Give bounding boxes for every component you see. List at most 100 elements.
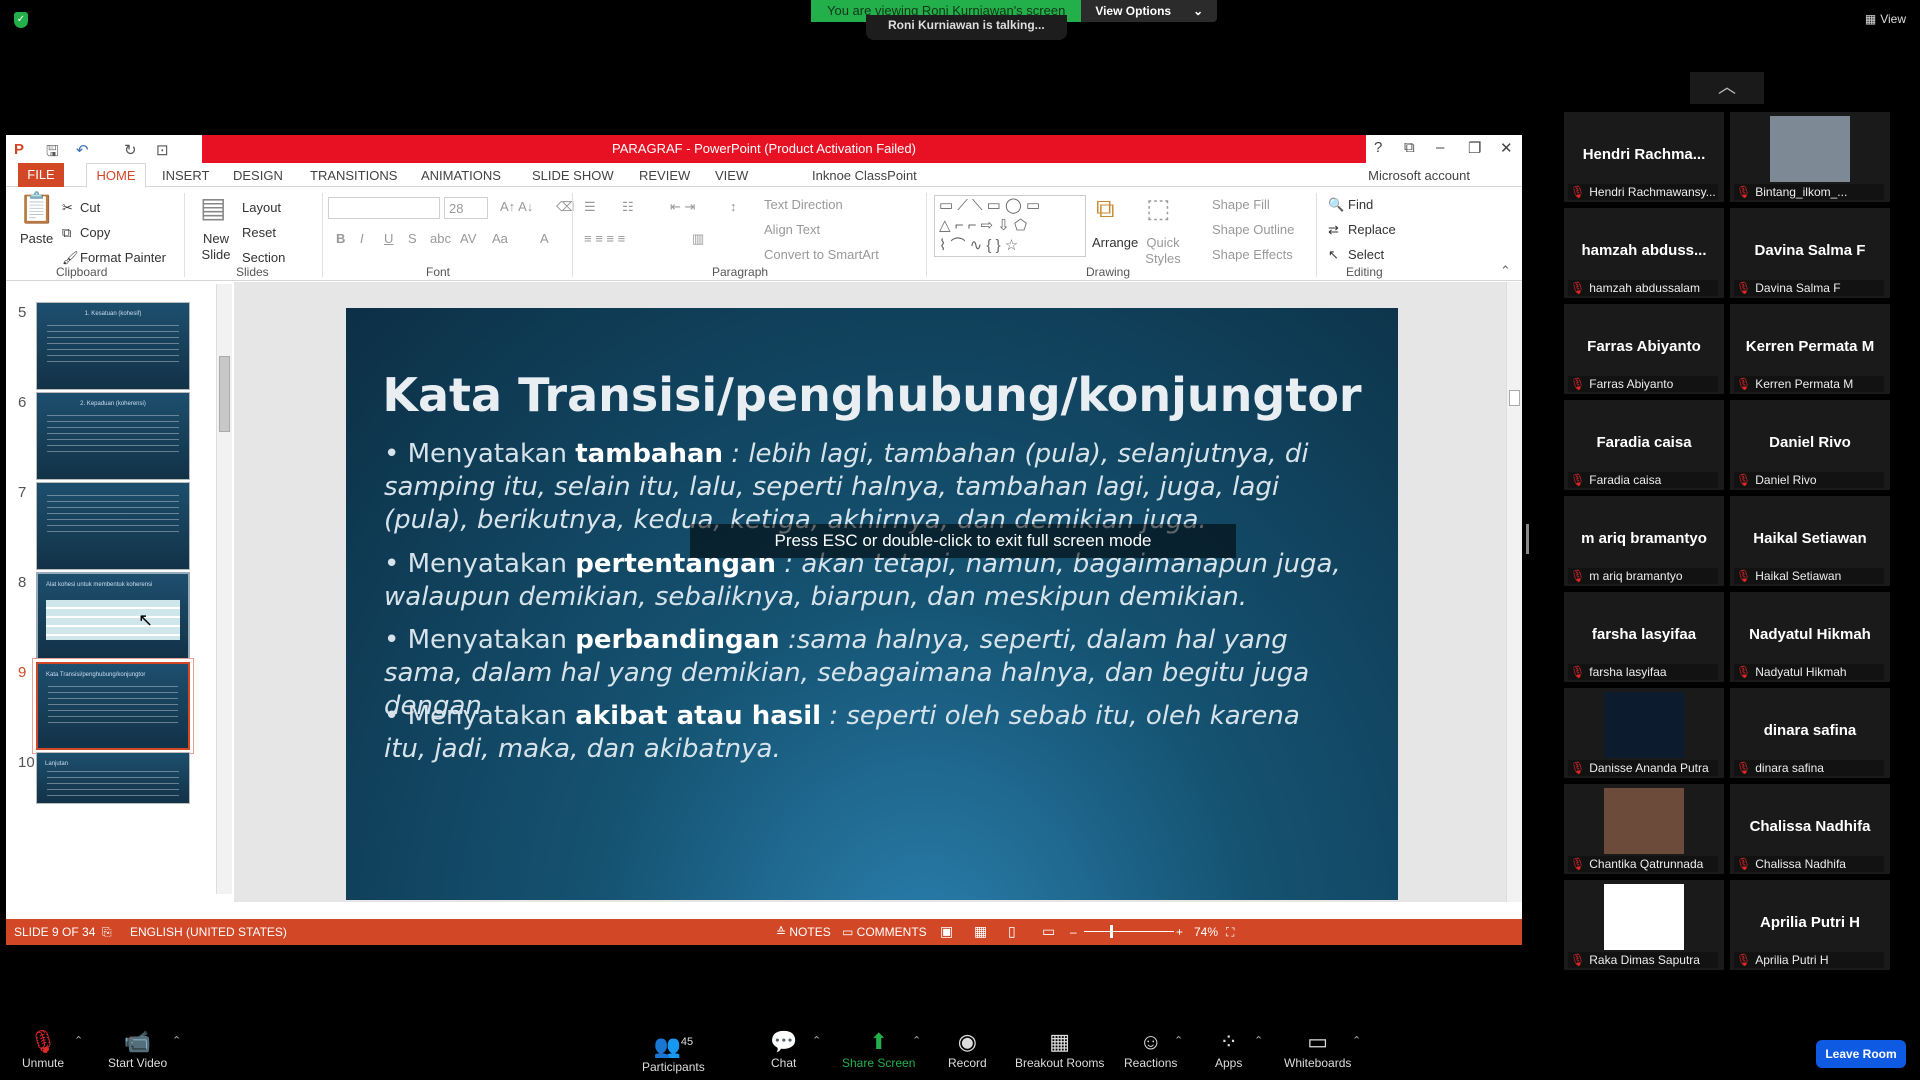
tab-review[interactable]: REVIEW [639, 168, 690, 183]
slide-thumbnail[interactable]: Alat kohesi untuk membentuk koherensi ↖ [36, 572, 190, 660]
select-button[interactable]: Select [1348, 247, 1384, 262]
tab-transitions[interactable]: TRANSITIONS [310, 168, 397, 183]
participant-tile[interactable]: 🎙 Bintang_ilkom_... [1730, 112, 1890, 202]
reset-button[interactable]: Reset [242, 225, 276, 240]
tab-design[interactable]: DESIGN [233, 168, 283, 183]
participant-tile[interactable]: m ariq bramantyo 🎙 m ariq bramantyo [1564, 496, 1724, 586]
share-options-caret-icon[interactable]: ⌃ [912, 1034, 921, 1047]
apps-options-caret-icon[interactable]: ⌃ [1254, 1034, 1263, 1047]
panel-resize-handle[interactable] [1526, 524, 1529, 554]
strikethrough-icon[interactable]: abc [430, 231, 451, 246]
spell-check-icon[interactable]: ⎘ [102, 925, 112, 940]
shape-effects-button[interactable]: Shape Effects [1212, 247, 1293, 262]
participant-tile[interactable]: Daniel Rivo 🎙 Daniel Rivo [1730, 400, 1890, 490]
close-icon[interactable]: ✕ [1500, 139, 1513, 157]
view-options-button[interactable]: View Options ⌄ [1081, 0, 1218, 22]
thumbnail-scrollbar[interactable] [216, 284, 232, 894]
italic-icon[interactable]: I [360, 231, 364, 246]
slide-canvas[interactable]: Kata Transisi/penghubung/konjungtor • Me… [346, 308, 1398, 900]
text-direction-button[interactable]: Text Direction [764, 197, 843, 212]
sorter-view-icon[interactable]: ▦ [974, 923, 987, 940]
convert-smartart-button[interactable]: Convert to SmartArt [764, 247, 879, 262]
tab-slide-show[interactable]: SLIDE SHOW [532, 168, 614, 183]
help-icon[interactable]: ? [1374, 139, 1382, 156]
slideshow-view-icon[interactable]: ▭ [1042, 923, 1055, 940]
minimize-icon[interactable]: – [1436, 139, 1444, 156]
collapse-ribbon-icon[interactable]: ⌃ [1500, 263, 1511, 279]
comments-button[interactable]: ▭ COMMENTS [842, 925, 927, 939]
shadow-icon[interactable]: S [408, 231, 417, 246]
reactions-options-caret-icon[interactable]: ⌃ [1174, 1034, 1183, 1047]
quick-styles-button[interactable]: Quick Styles [1140, 235, 1186, 267]
participant-tile[interactable]: Kerren Permata M 🎙 Kerren Permata M [1730, 304, 1890, 394]
slide-thumbnail[interactable]: 2. Kepaduan (koherensi) [36, 392, 190, 480]
participant-tile[interactable]: Davina Salma F 🎙 Davina Salma F [1730, 208, 1890, 298]
language-indicator[interactable]: ENGLISH (UNITED STATES) [130, 925, 287, 939]
zoom-in-icon[interactable]: + [1176, 925, 1183, 939]
participant-tile[interactable]: Farras Abiyanto 🎙 Farras Abiyanto [1564, 304, 1724, 394]
reactions-button[interactable]: ☺ Reactions [1124, 1030, 1177, 1071]
view-button[interactable]: ▦ View [1865, 12, 1906, 26]
participant-tile[interactable]: 🎙 Danisse Ananda Putra [1564, 688, 1724, 778]
leave-room-button[interactable]: Leave Room [1816, 1040, 1906, 1068]
numbering-icon[interactable]: ☷ [622, 199, 634, 215]
slide-thumbnail[interactable] [36, 482, 190, 570]
align-icons[interactable]: ≡ ≡ ≡ ≡ [584, 231, 625, 246]
align-text-button[interactable]: Align Text [764, 222, 820, 237]
participant-tile[interactable]: Aprilia Putri H 🎙 Aprilia Putri H [1730, 880, 1890, 970]
paste-icon[interactable]: 📋 [18, 191, 55, 226]
start-video-button[interactable]: 📹 Start Video [108, 1030, 167, 1071]
find-button[interactable]: Find [1348, 197, 1373, 212]
chat-options-caret-icon[interactable]: ⌃ [812, 1034, 821, 1047]
quick-styles-icon[interactable]: ⬚ [1146, 193, 1171, 224]
fit-slide-icon[interactable]: ⛶ [1226, 925, 1234, 940]
underline-icon[interactable]: U [384, 231, 393, 246]
breakout-rooms-button[interactable]: ▦ Breakout Rooms [1015, 1030, 1104, 1071]
line-spacing-icon[interactable]: ↕ [730, 199, 737, 214]
arrange-button[interactable]: Arrange [1092, 235, 1138, 250]
ribbon-display-icon[interactable]: ⧉ [1404, 139, 1415, 156]
tab-classpoint[interactable]: Inknoe ClassPoint [812, 168, 917, 183]
unmute-button[interactable]: 🎙 Unmute [22, 1030, 64, 1071]
shape-outline-button[interactable]: Shape Outline [1212, 222, 1294, 237]
font-family-select[interactable] [328, 197, 440, 219]
bold-icon[interactable]: B [336, 231, 345, 246]
participant-tile[interactable]: Haikal Setiawan 🎙 Haikal Setiawan [1730, 496, 1890, 586]
microsoft-account[interactable]: Microsoft account [1368, 168, 1470, 183]
normal-view-icon[interactable]: ▣ [940, 923, 953, 940]
font-color-icon[interactable]: A [540, 231, 549, 246]
whiteboard-options-caret-icon[interactable]: ⌃ [1352, 1034, 1361, 1047]
zoom-slider[interactable] [1084, 931, 1174, 932]
participant-tile[interactable]: Faradia caisa 🎙 Faradia caisa [1564, 400, 1724, 490]
participant-tile[interactable]: Chalissa Nadhifa 🎙 Chalissa Nadhifa [1730, 784, 1890, 874]
grow-font-icon[interactable]: A↑ A↓ [500, 199, 533, 214]
participant-tile[interactable]: Nadyatul Hikmah 🎙 Nadyatul Hikmah [1730, 592, 1890, 682]
font-size-select[interactable]: 28 [444, 197, 488, 219]
zoom-slider-thumb[interactable] [1110, 925, 1113, 938]
change-case-icon[interactable]: Aa [492, 231, 508, 246]
participant-tile[interactable]: 🎙 Raka Dimas Saputra [1564, 880, 1724, 970]
security-shield-icon[interactable]: ✓ [14, 12, 28, 28]
slide-scrollbar[interactable] [1506, 282, 1522, 902]
restore-icon[interactable]: ❐ [1468, 139, 1481, 157]
record-button[interactable]: ◉ Record [948, 1030, 987, 1071]
tab-view[interactable]: VIEW [715, 168, 748, 183]
shapes-gallery[interactable]: ▭ ⟋ ⟍ ▭ ◯ ▭ △ ⌐ ⌐ ⇨ ⇩ ⬠ ⌇ ⌒ ∿ { } ☆ [934, 195, 1086, 257]
new-slide-icon[interactable]: ▤ [200, 191, 226, 224]
arrange-icon[interactable]: ⧉ [1096, 193, 1115, 225]
char-spacing-icon[interactable]: AV [460, 231, 476, 246]
chat-button[interactable]: 💬 Chat [770, 1030, 797, 1071]
paste-button[interactable]: Paste [20, 231, 53, 246]
layout-button[interactable]: Layout [242, 200, 281, 215]
participant-tile[interactable]: Hendri Rachma... 🎙 Hendri Rachmawansy... [1564, 112, 1724, 202]
tab-home[interactable]: HOME [86, 163, 146, 188]
scroll-thumb[interactable] [1509, 390, 1520, 406]
bullets-icon[interactable]: ☰ [584, 199, 596, 215]
format-painter-button[interactable]: Format Painter [80, 250, 166, 265]
shape-fill-button[interactable]: Shape Fill [1212, 197, 1270, 212]
whiteboards-button[interactable]: ▭ Whiteboards [1284, 1030, 1351, 1071]
copy-button[interactable]: Copy [80, 225, 110, 240]
video-options-caret-icon[interactable]: ⌃ [172, 1034, 181, 1047]
participant-tile[interactable]: dinara safina 🎙 dinara safina [1730, 688, 1890, 778]
tab-file[interactable]: FILE [18, 163, 64, 187]
